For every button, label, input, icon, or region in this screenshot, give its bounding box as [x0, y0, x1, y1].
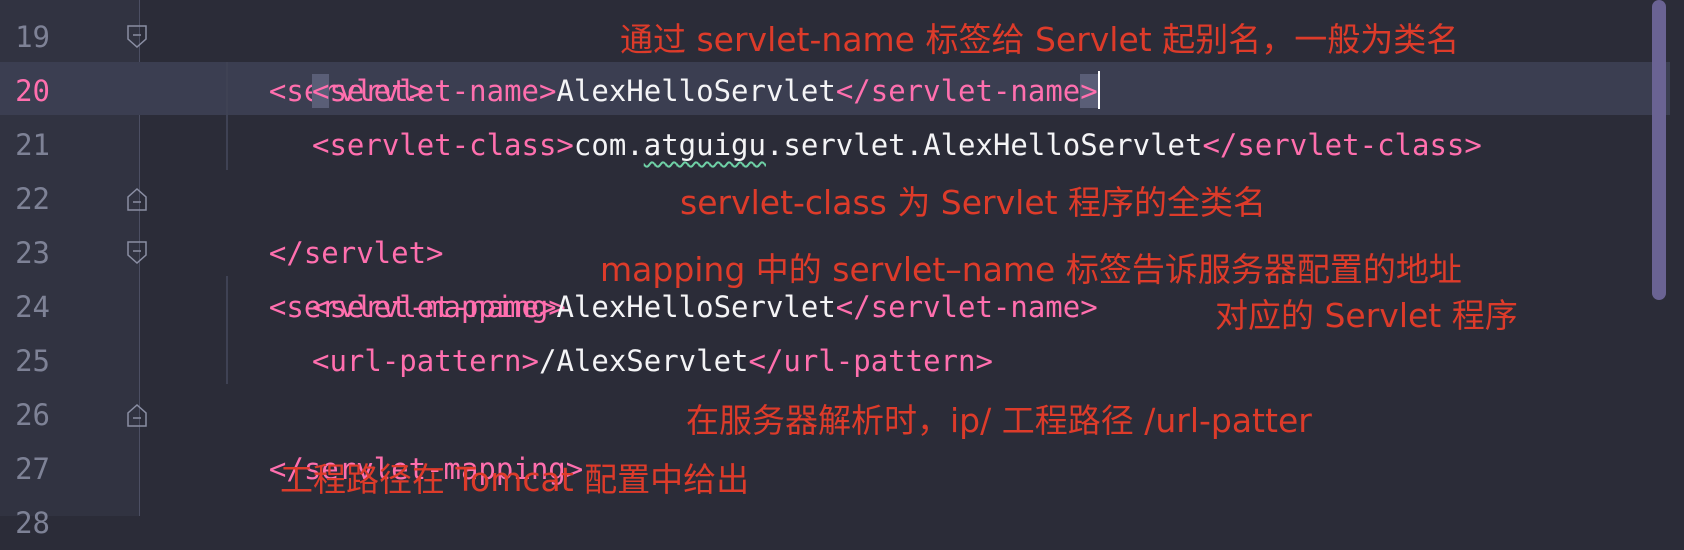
xml-text: AlexHelloServlet: [556, 290, 836, 324]
code-line-23[interactable]: <servlet-mapping>: [234, 226, 566, 324]
line-number: 27: [15, 452, 50, 486]
line-number: 26: [15, 398, 50, 432]
annotation-server-parse: 在服务器解析时，ip/ 工程路径 /url-patter: [686, 401, 1312, 440]
code-line-19[interactable]: <servlet>: [234, 10, 426, 108]
xml-tag: </servlet-name>: [835, 290, 1098, 324]
line-number: 19: [15, 20, 50, 54]
line-number: 23: [15, 236, 50, 270]
fold-close-icon[interactable]: [127, 403, 147, 427]
indent-guide: [226, 62, 228, 170]
fold-open-icon[interactable]: [127, 241, 147, 265]
xml-tag-name: servlet-name: [329, 74, 539, 108]
xml-tag: <servlet-name>: [312, 290, 557, 324]
text-caret: [1097, 71, 1100, 109]
line-number-current: 20: [15, 74, 50, 108]
xml-tag-bracket: >: [538, 74, 557, 108]
xml-tag: </servlet-name: [835, 74, 1081, 108]
xml-text: /AlexServlet: [538, 344, 749, 378]
xml-text: com.: [573, 128, 644, 162]
annotation-mapping: mapping 中的 servlet–name 标签告诉服务器配置的地址: [600, 250, 1462, 289]
xml-tag: </servlet-class>: [1202, 128, 1482, 162]
line-number: 25: [15, 344, 50, 378]
annotation-project-path: 工程路径在 Tomcat 配置中给出: [280, 460, 750, 499]
line-number: 24: [15, 290, 50, 324]
spellcheck-warning[interactable]: atguigu: [644, 128, 766, 162]
xml-text: .servlet.AlexHelloServlet: [765, 128, 1203, 162]
annotation-servlet-class: servlet-class 为 Servlet 程序的全类名: [680, 183, 1267, 222]
code-line-21[interactable]: <servlet-class>com.atguigu.servlet.AlexH…: [312, 118, 1482, 172]
xml-text: AlexHelloServlet: [556, 74, 836, 108]
line-number: 22: [15, 182, 50, 216]
code-line-20[interactable]: <servlet-name>AlexHelloServlet</servlet-…: [312, 64, 1100, 118]
code-line-26[interactable]: </servlet-mapping>: [234, 388, 583, 486]
bracket-match: <: [312, 74, 330, 108]
indent-guide: [226, 276, 228, 384]
bracket-match: >: [1080, 74, 1098, 108]
annotation-servlet-program: 对应的 Servlet 程序: [1215, 296, 1518, 335]
line-number: 21: [15, 128, 50, 162]
code-line-25[interactable]: <url-pattern>/AlexServlet</url-pattern>: [312, 334, 993, 388]
line-number: 28: [15, 506, 50, 540]
code-line-22[interactable]: </servlet>: [234, 172, 444, 270]
fold-close-icon[interactable]: [127, 187, 147, 211]
xml-tag: </url-pattern>: [748, 344, 993, 378]
xml-tag: <servlet-class>: [312, 128, 574, 162]
fold-open-icon[interactable]: [127, 25, 147, 49]
vertical-scrollbar[interactable]: [1652, 0, 1666, 300]
annotation-servlet-name: 通过 servlet-name 标签给 Servlet 起别名，一般为类名: [620, 20, 1460, 59]
xml-tag: <url-pattern>: [312, 344, 539, 378]
